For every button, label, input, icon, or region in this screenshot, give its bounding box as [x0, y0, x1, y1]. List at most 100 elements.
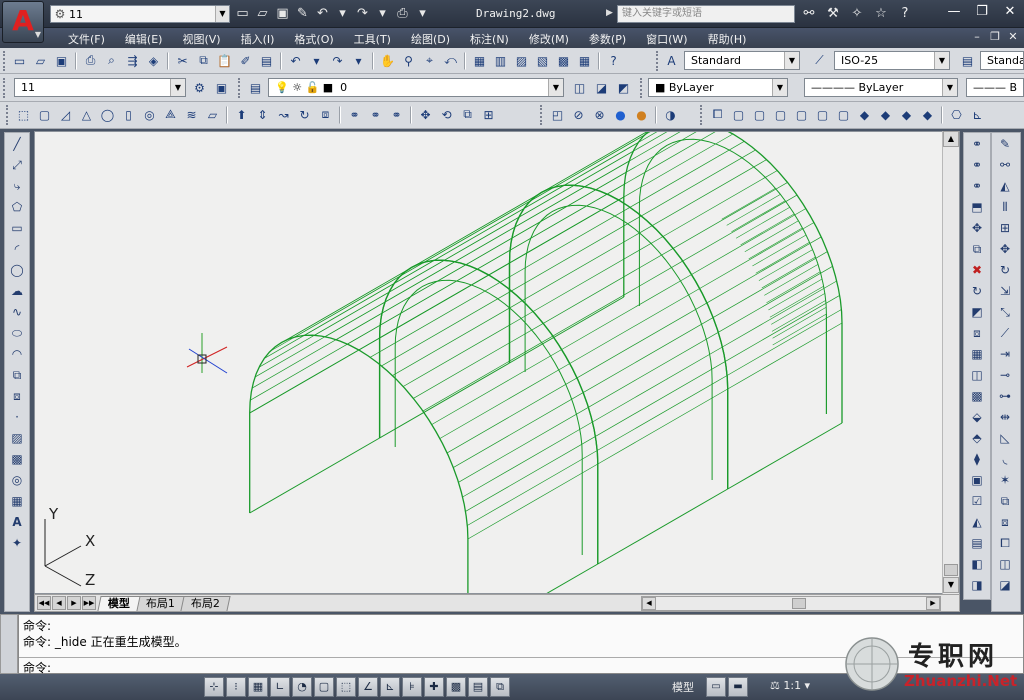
extrude-faces-icon[interactable]: ⬒ [967, 197, 987, 217]
toolbar-grip[interactable] [640, 78, 644, 98]
layer-freeze-icon[interactable]: ⧠ [995, 533, 1015, 553]
quick-properties-icon[interactable]: ▤ [468, 677, 488, 697]
trim-icon[interactable]: ⟋ [995, 323, 1015, 343]
copy-faces-icon[interactable]: ⧈ [967, 323, 987, 343]
layer-isolate-icon[interactable]: ⧈ [995, 512, 1015, 532]
menu-insert[interactable]: 插入(I) [231, 30, 285, 48]
separate-icon[interactable]: ⧫ [967, 449, 987, 469]
menu-parameter[interactable]: 参数(P) [579, 30, 636, 48]
block-editor-icon[interactable]: ▤ [257, 51, 276, 70]
infer-constraints-icon[interactable]: ⊹ [204, 677, 224, 697]
plot-icon[interactable]: ⎙ [81, 51, 100, 70]
chevron-down-icon[interactable]: ▼ [548, 79, 563, 96]
fillet-icon[interactable]: ◟ [995, 449, 1015, 469]
model-space-label[interactable]: 模型 [672, 679, 694, 695]
back-view-icon[interactable]: ▢ [834, 105, 853, 124]
color-edges-icon[interactable]: ▩ [967, 386, 987, 406]
rotate-icon[interactable]: ↻ [995, 260, 1015, 280]
planar-surface-icon[interactable]: ▱ [203, 105, 222, 124]
table-style-combo[interactable]: Standa [980, 51, 1024, 70]
make-block-icon[interactable]: ⧈ [7, 386, 27, 406]
print-icon[interactable]: ⎙ [394, 5, 411, 22]
star-icon[interactable]: ☆ [872, 5, 890, 23]
move-icon[interactable]: ✥ [995, 239, 1015, 259]
chevron-down-icon[interactable]: ▼ [942, 79, 957, 96]
extend-icon[interactable]: ⇥ [995, 344, 1015, 364]
dynamic-input-icon[interactable]: ⊧ [402, 677, 422, 697]
layer-off-icon[interactable]: ◫ [995, 554, 1015, 574]
lineweight-combo[interactable]: ——— B [966, 78, 1024, 97]
flatshot-icon[interactable]: ▤ [967, 533, 987, 553]
restore-icon[interactable]: ❐ [968, 1, 996, 23]
3d-array-icon[interactable]: ⊞ [479, 105, 498, 124]
copy-edges-icon[interactable]: ◫ [967, 365, 987, 385]
intersect-icon[interactable]: ⚭ [967, 176, 987, 196]
new-file-icon[interactable]: ▭ [234, 5, 251, 22]
binoculars-icon[interactable]: ⚯ [800, 5, 818, 23]
3d-hidden-icon[interactable]: ⊗ [590, 105, 609, 124]
layer-previous-icon[interactable]: ◪ [592, 78, 611, 97]
imprint-icon[interactable]: ⬙ [967, 407, 987, 427]
save-as-icon[interactable]: ✎ [294, 5, 311, 22]
redo-icon[interactable]: ↷ [354, 5, 371, 22]
delete-faces-icon[interactable]: ✖ [967, 260, 987, 280]
scroll-thumb[interactable] [944, 564, 958, 576]
move-faces-icon[interactable]: ✥ [967, 218, 987, 238]
design-center-icon[interactable]: ▥ [491, 51, 510, 70]
more-dropdown-icon[interactable]: ▾ [414, 5, 431, 22]
union-icon[interactable]: ⚭ [345, 105, 364, 124]
sw-iso-view-icon[interactable]: ◆ [855, 105, 874, 124]
polygon-icon[interactable]: ⬠ [7, 197, 27, 217]
linetype-combo[interactable]: ———— ByLayer ▼ [804, 78, 958, 97]
menu-window[interactable]: 窗口(W) [636, 30, 697, 48]
layer-states-icon[interactable]: ◩ [614, 78, 633, 97]
loft-icon[interactable]: ⧈ [316, 105, 335, 124]
doc-minimize-icon[interactable]: – [970, 30, 984, 43]
menu-dimension[interactable]: 标注(N) [460, 30, 519, 48]
toolbar-grip[interactable] [238, 78, 242, 98]
subtract-icon[interactable]: ⚭ [967, 155, 987, 175]
3d-move-icon[interactable]: ✥ [416, 105, 435, 124]
ortho-mode-icon[interactable]: ∟ [270, 677, 290, 697]
next-tab-icon[interactable]: ▶ [67, 596, 81, 610]
text-style-combo[interactable]: Standard ▼ [684, 51, 800, 70]
quick-view-drawings-icon[interactable]: ▬ [728, 677, 748, 697]
helix-icon[interactable]: ≋ [182, 105, 201, 124]
revolve-icon[interactable]: ↻ [295, 105, 314, 124]
horizontal-scrollbar[interactable]: ◀ ▶ [641, 596, 941, 611]
text-style-icon[interactable]: A [662, 51, 681, 70]
workspace-settings-icon[interactable]: ⚙ [190, 78, 209, 97]
doc-close-icon[interactable]: ✕ [1006, 30, 1020, 43]
3d-rotate-icon[interactable]: ⟲ [437, 105, 456, 124]
zoom-window-icon[interactable]: ⌖ [420, 51, 439, 70]
chevron-down-icon[interactable]: ▼ [215, 6, 229, 22]
undo-dropdown-icon[interactable]: ▾ [334, 5, 351, 22]
offset-faces-icon[interactable]: ⧉ [967, 239, 987, 259]
3d-align-icon[interactable]: ⧉ [458, 105, 477, 124]
menu-help[interactable]: 帮助(H) [698, 30, 757, 48]
workspace-selector[interactable]: ⚙ 11 ▼ [50, 5, 230, 23]
match-properties-icon[interactable]: ✐ [236, 51, 255, 70]
save-icon[interactable]: ▣ [274, 5, 291, 22]
prev-tab-icon[interactable]: ◀ [52, 596, 66, 610]
gradient-icon[interactable]: ▩ [7, 449, 27, 469]
ne-iso-view-icon[interactable]: ◆ [897, 105, 916, 124]
toolbar-grip[interactable] [3, 78, 7, 98]
chevron-down-icon[interactable]: ▼ [934, 52, 949, 69]
wedge-icon[interactable]: ◿ [56, 105, 75, 124]
quick-view-layouts-icon[interactable]: ▭ [706, 677, 726, 697]
zoom-realtime-icon[interactable]: ⚲ [399, 51, 418, 70]
break-at-point-icon[interactable]: ⊸ [995, 365, 1015, 385]
make-current-layer-icon[interactable]: ◫ [570, 78, 589, 97]
slice-icon[interactable]: ◧ [967, 554, 987, 574]
help-icon[interactable]: ? [896, 5, 914, 23]
tab-layout1[interactable]: 布局1 [135, 596, 186, 611]
scroll-left-icon[interactable]: ◀ [642, 597, 656, 610]
3d-dwf-icon[interactable]: ◈ [144, 51, 163, 70]
ellipse-icon[interactable]: ⬭ [7, 323, 27, 343]
union-icon[interactable]: ⚭ [967, 134, 987, 154]
camera-icon[interactable]: ⎔ [947, 105, 966, 124]
rectangle-icon[interactable]: ▭ [7, 218, 27, 238]
cylinder-icon[interactable]: ▯ [119, 105, 138, 124]
circle-icon[interactable]: ◯ [7, 260, 27, 280]
